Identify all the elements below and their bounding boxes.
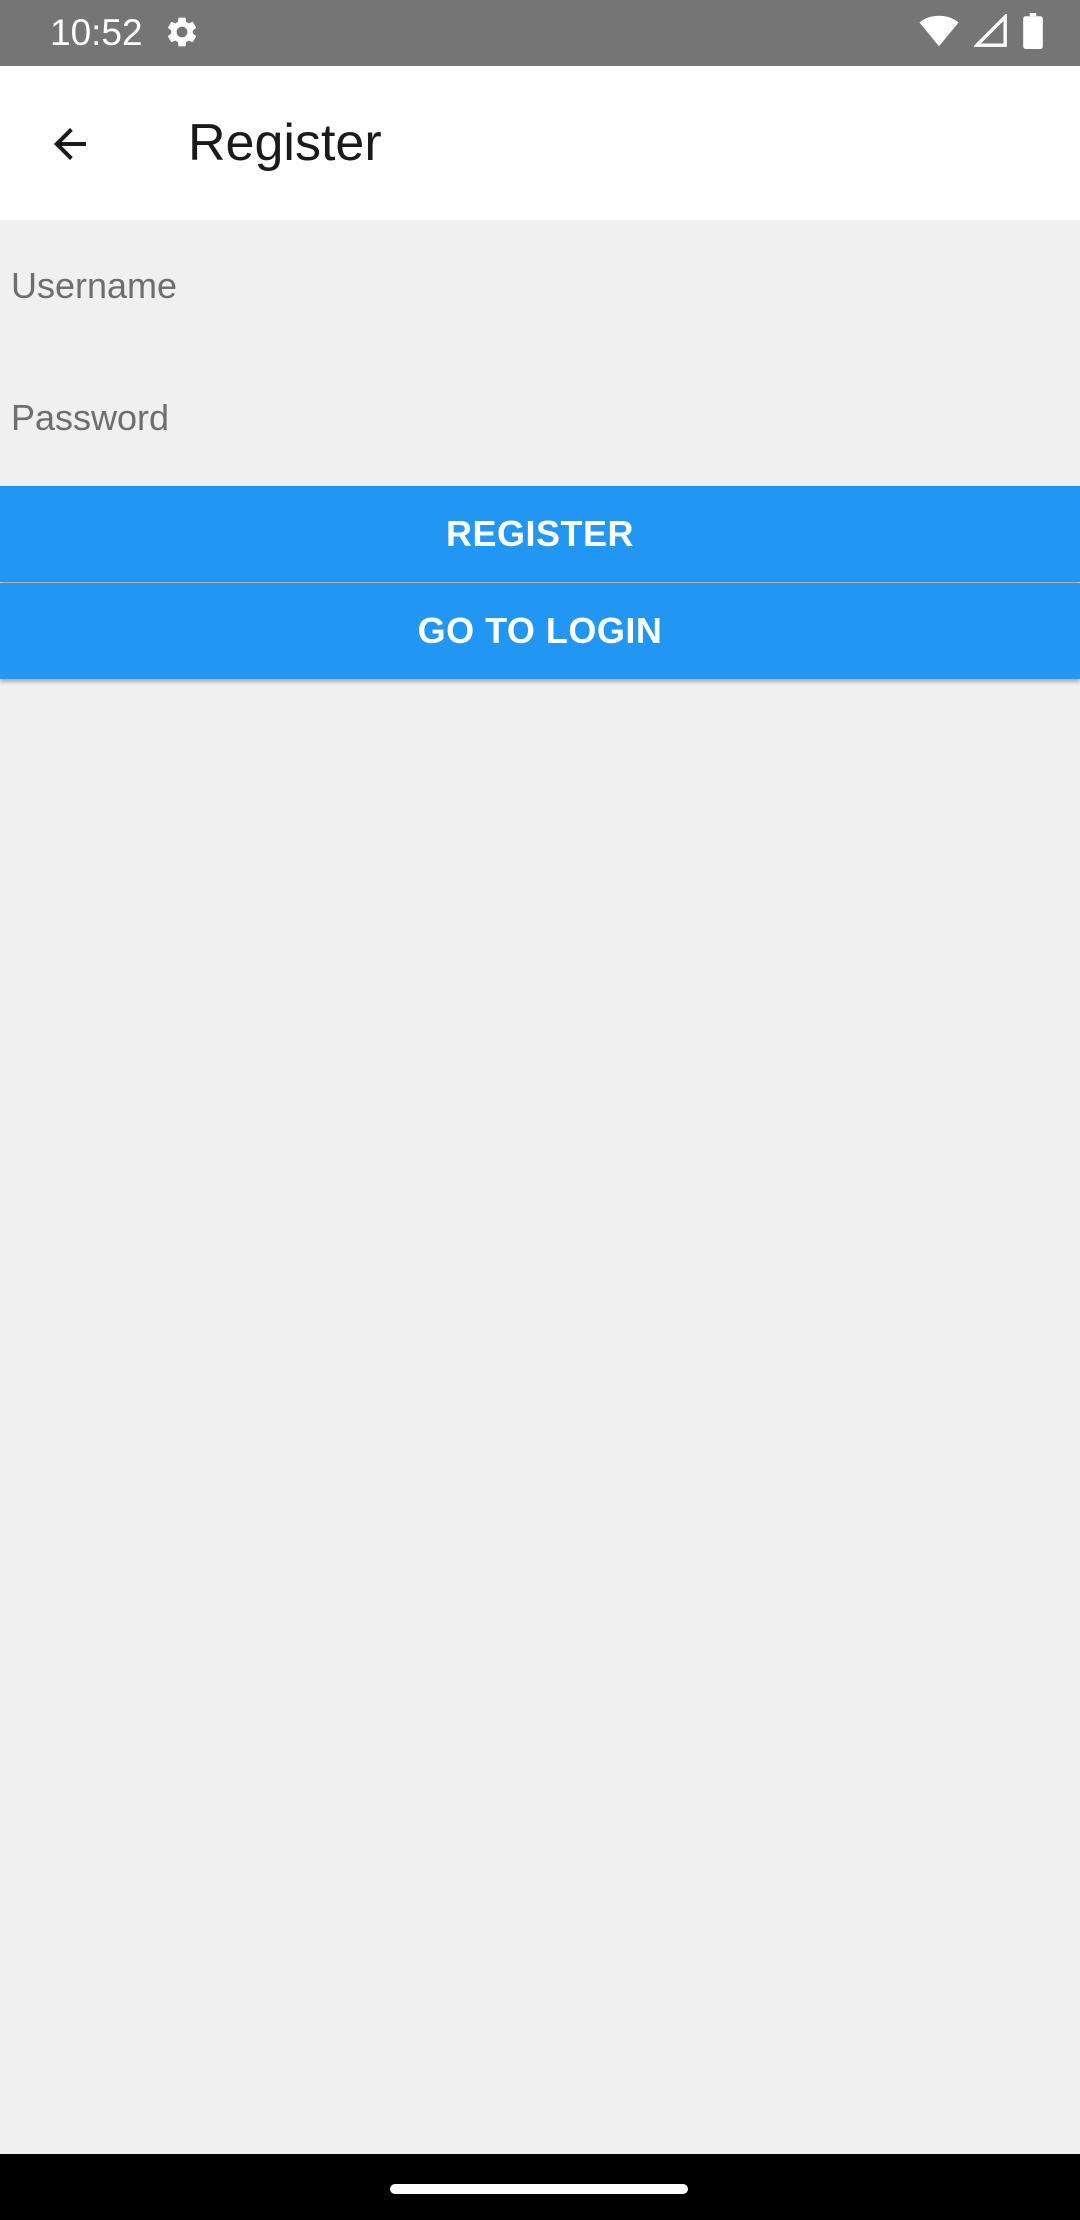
settings-icon <box>164 14 200 50</box>
app-bar: Register <box>0 66 1080 220</box>
page-title: Register <box>188 114 382 172</box>
register-button[interactable]: REGISTER <box>0 486 1080 582</box>
back-button[interactable] <box>28 104 112 188</box>
navigation-bar <box>0 2154 1080 2220</box>
status-bar: 10:52 <box>0 0 1080 66</box>
status-time: 10:52 <box>50 12 143 53</box>
password-input[interactable] <box>0 352 1080 484</box>
home-gesture-handle[interactable] <box>390 2184 688 2194</box>
wifi-icon <box>918 14 960 53</box>
arrow-back-icon <box>46 120 94 173</box>
go-to-login-button[interactable]: GO TO LOGIN <box>0 583 1080 679</box>
username-input[interactable] <box>0 220 1080 352</box>
battery-icon <box>1022 12 1044 54</box>
signal-icon <box>972 12 1008 53</box>
status-icons <box>918 12 1044 54</box>
